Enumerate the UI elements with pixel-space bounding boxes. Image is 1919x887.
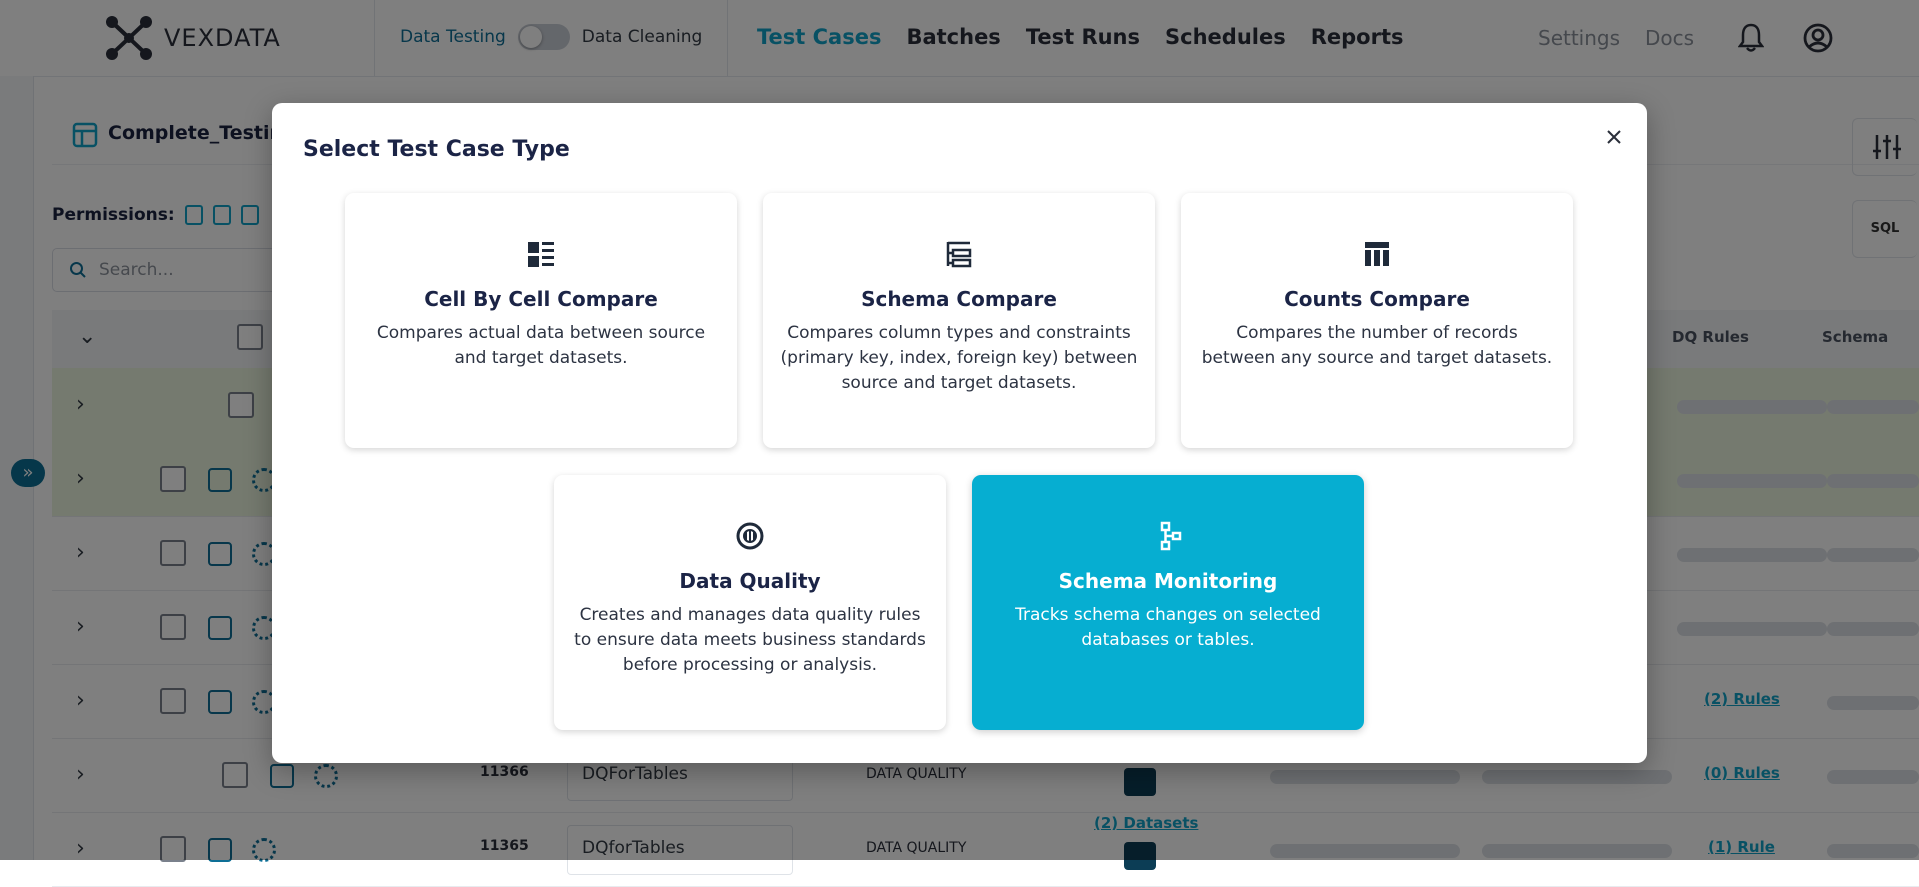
card-description: Tracks schema changes on selected databa… — [1015, 605, 1321, 650]
card-title: Cell By Cell Compare — [424, 287, 658, 311]
card-description: Compares column types and constraints (p… — [780, 323, 1138, 393]
card-cell-by-cell-compare[interactable]: Cell By Cell Compare Compares actual dat… — [345, 193, 737, 448]
card-description: Compares the number of records between a… — [1201, 323, 1553, 368]
card-data-quality[interactable]: Data Quality Creates and manages data qu… — [554, 475, 946, 730]
schema-tree-icon — [946, 241, 972, 268]
table-columns-icon — [1365, 242, 1389, 266]
quality-gauge-icon — [736, 522, 764, 550]
card-title: Schema Compare — [861, 287, 1057, 311]
close-icon[interactable] — [1602, 125, 1626, 149]
card-counts-compare[interactable]: Counts Compare Compares the number of re… — [1181, 193, 1573, 448]
card-title: Schema Monitoring — [1058, 569, 1278, 593]
card-title: Data Quality — [679, 569, 821, 593]
card-description: Compares actual data between source and … — [376, 323, 706, 368]
card-schema-monitoring[interactable]: Schema Monitoring Tracks schema changes … — [972, 475, 1364, 730]
card-schema-compare[interactable]: Schema Compare Compares column types and… — [763, 193, 1155, 448]
card-title: Counts Compare — [1284, 287, 1470, 311]
dialog-title: Select Test Case Type — [303, 137, 570, 162]
schema-monitor-icon — [1160, 521, 1182, 551]
card-description: Creates and manages data quality rules t… — [574, 605, 926, 675]
select-test-case-type-dialog: Select Test Case Type Cell By Cell Compa… — [272, 103, 1647, 763]
list-compare-icon — [528, 242, 554, 267]
